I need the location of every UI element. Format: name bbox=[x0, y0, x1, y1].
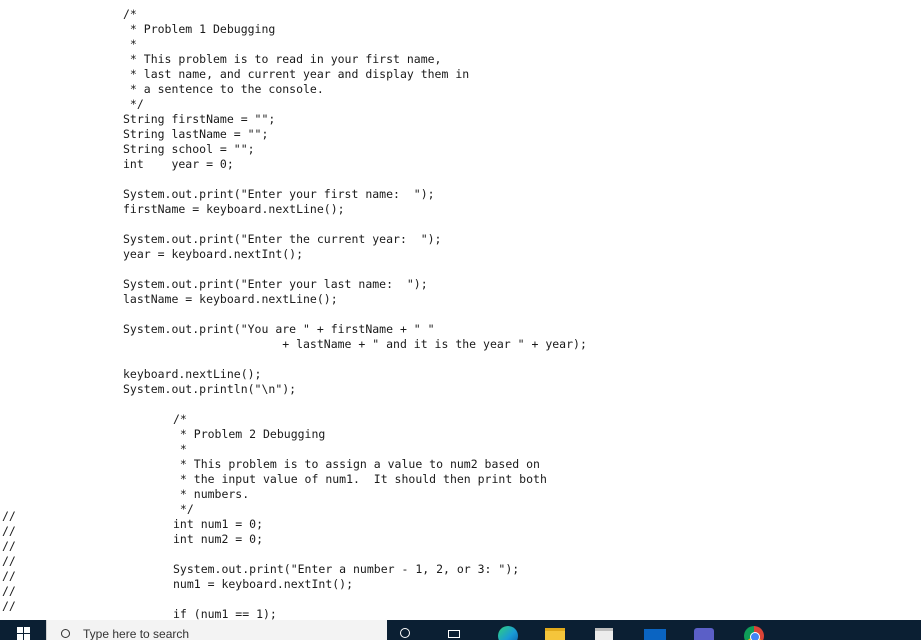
code-line: int num2 = 0; bbox=[0, 532, 921, 547]
code-line: System.out.print("You are " + firstName … bbox=[0, 322, 921, 337]
code-line-text: + lastName + " and it is the year " + ye… bbox=[123, 337, 587, 351]
code-line-text: * Problem 2 Debugging bbox=[173, 427, 326, 441]
code-line-text: keyboard.nextLine(); bbox=[123, 367, 262, 381]
code-line: * bbox=[0, 442, 921, 457]
code-line-text: int year = 0; bbox=[123, 157, 234, 171]
windows-logo-icon bbox=[16, 626, 30, 640]
code-line: int year = 0; bbox=[0, 157, 921, 172]
code-line-text: * the input value of num1. It should the… bbox=[173, 472, 547, 486]
line-comment-marker: // bbox=[2, 554, 16, 568]
code-line: keyboard.nextLine(); bbox=[0, 367, 921, 382]
code-line: if (num1 == 1); bbox=[0, 607, 921, 620]
code-line: * the input value of num1. It should the… bbox=[0, 472, 921, 487]
taskbar-search-box[interactable]: Type here to search bbox=[46, 620, 387, 640]
code-line-text: System.out.print("Enter your first name:… bbox=[123, 187, 435, 201]
code-line-text: */ bbox=[173, 502, 194, 516]
code-line-text: int num1 = 0; bbox=[173, 517, 264, 531]
code-line: + lastName + " and it is the year " + ye… bbox=[0, 337, 921, 352]
code-line-text: * last name, and current year and displa… bbox=[123, 67, 470, 81]
code-line: * bbox=[0, 37, 921, 52]
code-line-text: * numbers. bbox=[173, 487, 250, 501]
code-line-text: year = keyboard.nextInt(); bbox=[123, 247, 304, 261]
code-line-text: * This problem is to read in your first … bbox=[123, 52, 442, 66]
code-line: * This problem is to assign a value to n… bbox=[0, 457, 921, 472]
line-comment-marker: // bbox=[2, 524, 16, 538]
file-explorer-icon[interactable] bbox=[543, 620, 569, 640]
line-comment-marker: // bbox=[2, 569, 16, 583]
code-line: * a sentence to the console. bbox=[0, 82, 921, 97]
code-line-text: System.out.println("\n"); bbox=[123, 382, 297, 396]
code-line: * Problem 1 Debugging bbox=[0, 22, 921, 37]
code-line-text: String firstName = ""; bbox=[123, 112, 276, 126]
line-comment-marker: // bbox=[2, 539, 16, 553]
code-line-text: String school = ""; bbox=[123, 142, 255, 156]
code-line: /* bbox=[0, 412, 921, 427]
code-line: */ bbox=[0, 97, 921, 112]
code-line: String school = ""; bbox=[0, 142, 921, 157]
code-line-text: firstName = keyboard.nextLine(); bbox=[123, 202, 345, 216]
code-line: * last name, and current year and displa… bbox=[0, 67, 921, 82]
code-line: String lastName = ""; bbox=[0, 127, 921, 142]
search-icon bbox=[61, 629, 70, 638]
line-comment-marker: // bbox=[2, 584, 16, 598]
code-line: num1 = keyboard.nextInt(); bbox=[0, 577, 921, 592]
search-placeholder: Type here to search bbox=[83, 627, 190, 640]
code-line-text: System.out.print("You are " + firstName … bbox=[123, 322, 435, 336]
code-line: String firstName = ""; bbox=[0, 112, 921, 127]
line-comment-marker: // bbox=[2, 599, 16, 613]
code-line: * numbers. bbox=[0, 487, 921, 502]
code-line: */ bbox=[0, 502, 921, 517]
code-line: System.out.println("\n"); bbox=[0, 382, 921, 397]
code-line-text: System.out.print("Enter a number - 1, 2,… bbox=[173, 562, 520, 576]
code-line-text: * a sentence to the console. bbox=[123, 82, 324, 96]
code-line: /* bbox=[0, 7, 921, 22]
code-line: lastName = keyboard.nextLine(); bbox=[0, 292, 921, 307]
code-line: * This problem is to read in your first … bbox=[0, 52, 921, 67]
code-line-text: num1 = keyboard.nextInt(); bbox=[173, 577, 354, 591]
start-button[interactable] bbox=[0, 620, 46, 640]
code-line: System.out.print("Enter your last name: … bbox=[0, 277, 921, 292]
code-line-text: String lastName = ""; bbox=[123, 127, 269, 141]
code-line-text: * bbox=[173, 442, 187, 456]
cortana-icon[interactable] bbox=[396, 620, 416, 640]
code-line: System.out.print("Enter your first name:… bbox=[0, 187, 921, 202]
code-line-text: System.out.print("Enter the current year… bbox=[123, 232, 442, 246]
line-comment-marker: // bbox=[2, 509, 16, 523]
code-line: * Problem 2 Debugging bbox=[0, 427, 921, 442]
code-line: year = keyboard.nextInt(); bbox=[0, 247, 921, 262]
mail-icon[interactable] bbox=[642, 620, 670, 640]
code-line-text: System.out.print("Enter your last name: … bbox=[123, 277, 428, 291]
code-line-text: if (num1 == 1); bbox=[173, 607, 277, 620]
code-line: int num1 = 0; bbox=[0, 517, 921, 532]
taskbar: Type here to search bbox=[0, 620, 921, 640]
task-view-icon[interactable] bbox=[446, 620, 464, 640]
code-editor[interactable]: /* * Problem 1 Debugging * * This proble… bbox=[0, 0, 921, 620]
code-line: System.out.print("Enter a number - 1, 2,… bbox=[0, 562, 921, 577]
code-line-text: * bbox=[123, 37, 137, 51]
code-line-text: /* bbox=[123, 7, 137, 21]
code-line-text: lastName = keyboard.nextLine(); bbox=[123, 292, 338, 306]
chrome-browser-icon[interactable] bbox=[742, 620, 768, 640]
code-line-text: */ bbox=[123, 97, 144, 111]
edge-browser-icon[interactable] bbox=[496, 620, 522, 640]
code-line: firstName = keyboard.nextLine(); bbox=[0, 202, 921, 217]
code-line-text: int num2 = 0; bbox=[173, 532, 264, 546]
code-line-text: /* bbox=[173, 412, 187, 426]
code-line: System.out.print("Enter the current year… bbox=[0, 232, 921, 247]
code-line-text: * This problem is to assign a value to n… bbox=[173, 457, 540, 471]
code-line-text: * Problem 1 Debugging bbox=[123, 22, 276, 36]
teams-icon[interactable] bbox=[692, 620, 718, 640]
store-icon[interactable] bbox=[592, 620, 618, 640]
